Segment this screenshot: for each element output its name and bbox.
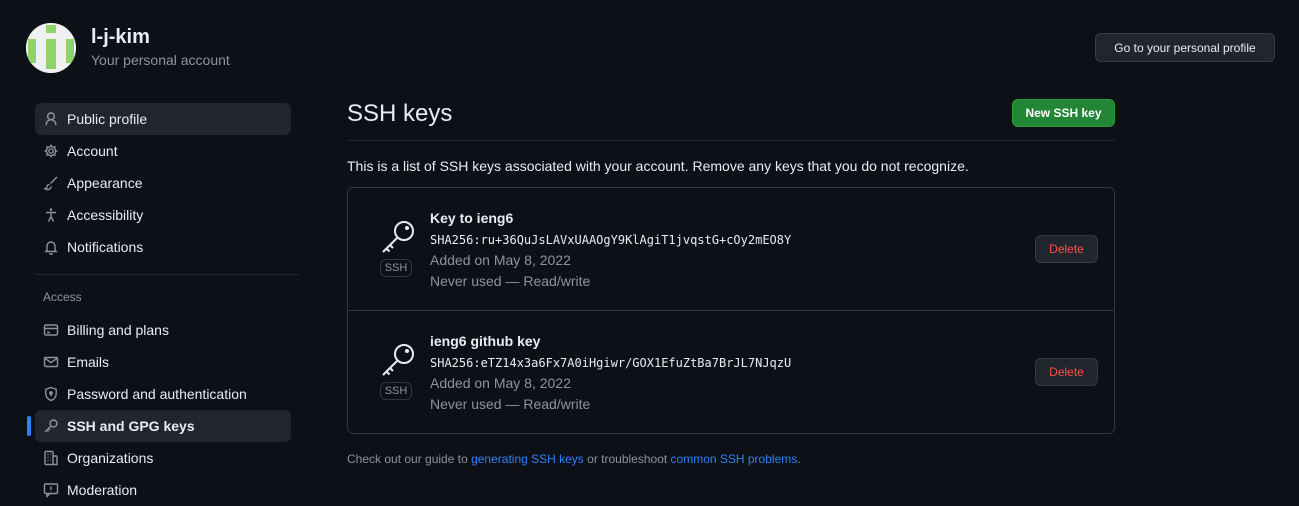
ssh-key-row: SSH ieng6 github key SHA256:eTZ14x3a6Fx7… <box>348 310 1114 433</box>
key-icon <box>382 344 414 376</box>
shield-lock-icon <box>45 386 57 402</box>
ssh-key-list: SSH Key to ieng6 SHA256:ru+36QuJsLAVxUAA… <box>347 187 1115 434</box>
credit-card-icon <box>43 324 59 336</box>
sidebar-heading-access: Access <box>43 290 82 304</box>
sidebar-item-label: Account <box>67 143 118 159</box>
sidebar-item-notifications[interactable]: Notifications <box>35 231 291 263</box>
report-icon <box>43 483 59 498</box>
footer-help-text: Check out our guide to generating SSH ke… <box>347 452 801 466</box>
gear-icon <box>44 144 58 158</box>
go-to-profile-button[interactable]: Go to your personal profile <box>1095 33 1275 62</box>
sidebar-item-label: Notifications <box>67 239 144 255</box>
paintbrush-icon <box>43 176 58 191</box>
delete-key-button[interactable]: Delete <box>1035 235 1098 263</box>
footer-suffix: . <box>797 452 801 466</box>
key-icon <box>44 419 58 433</box>
sidebar-item-appearance[interactable]: Appearance <box>35 167 291 199</box>
sidebar-item-password-auth[interactable]: Password and authentication <box>35 378 291 410</box>
sidebar-item-label: Password and authentication <box>67 386 247 402</box>
sidebar-item-label: Moderation <box>67 482 138 498</box>
key-fingerprint: SHA256:ru+36QuJsLAVxUAAOgY9KlAgiT1jvqstG… <box>430 233 792 247</box>
sidebar-item-label: Accessibility <box>67 207 144 223</box>
mail-icon <box>43 356 59 368</box>
organization-icon <box>44 450 58 466</box>
intro-text: This is a list of SSH keys associated wi… <box>347 158 969 174</box>
sidebar-item-label: Organizations <box>67 450 154 466</box>
settings-sidebar: Public profile Account Appearance Access… <box>27 103 299 506</box>
sidebar-item-ssh-gpg-keys[interactable]: SSH and GPG keys <box>27 410 291 442</box>
sidebar-item-label: Public profile <box>67 111 148 127</box>
bell-icon <box>44 241 58 255</box>
sidebar-item-label: Billing and plans <box>67 322 169 338</box>
ssh-badge: SSH <box>380 382 412 400</box>
generating-ssh-keys-link[interactable]: generating SSH keys <box>471 452 584 466</box>
title-divider <box>347 140 1115 141</box>
footer-prefix: Check out our guide to <box>347 452 472 466</box>
key-fingerprint: SHA256:eTZ14x3a6Fx7A0iHgiwr/GOX1EfuZtBa7… <box>430 356 792 370</box>
key-usage: Never used — Read/write <box>430 396 591 412</box>
sidebar-item-accessibility[interactable]: Accessibility <box>35 199 291 231</box>
common-ssh-problems-link[interactable]: common SSH problems <box>671 452 798 466</box>
page-title: SSH keys <box>347 100 453 127</box>
sidebar-item-billing[interactable]: Billing and plans <box>35 314 291 346</box>
sidebar-item-label: Emails <box>67 354 110 370</box>
ssh-key-row: SSH Key to ieng6 SHA256:ru+36QuJsLAVxUAA… <box>348 188 1114 310</box>
avatar[interactable] <box>26 23 76 73</box>
sidebar-item-label: Appearance <box>67 175 143 191</box>
sidebar-item-public-profile[interactable]: Public profile <box>35 103 291 135</box>
key-icon <box>382 221 414 253</box>
sidebar-item-label: SSH and GPG keys <box>67 418 195 434</box>
key-title: Key to ieng6 <box>430 210 514 226</box>
sidebar-item-moderation[interactable]: Moderation <box>35 474 291 506</box>
key-added-date: Added on May 8, 2022 <box>430 252 571 268</box>
delete-key-button[interactable]: Delete <box>1035 358 1098 386</box>
footer-middle: or troubleshoot <box>583 452 671 466</box>
sidebar-item-account[interactable]: Account <box>35 135 291 167</box>
person-icon <box>45 112 57 126</box>
new-ssh-key-button[interactable]: New SSH key <box>1012 99 1115 127</box>
sidebar-item-organizations[interactable]: Organizations <box>35 442 291 474</box>
key-usage: Never used — Read/write <box>430 273 591 289</box>
sidebar-item-emails[interactable]: Emails <box>35 346 291 378</box>
account-name: l-j-kim <box>91 26 150 48</box>
key-added-date: Added on May 8, 2022 <box>430 375 571 391</box>
key-title: ieng6 github key <box>430 333 541 349</box>
ssh-badge: SSH <box>380 259 412 277</box>
sidebar-divider <box>35 274 299 275</box>
account-subtitle: Your personal account <box>91 52 230 68</box>
accessibility-icon <box>46 208 56 222</box>
